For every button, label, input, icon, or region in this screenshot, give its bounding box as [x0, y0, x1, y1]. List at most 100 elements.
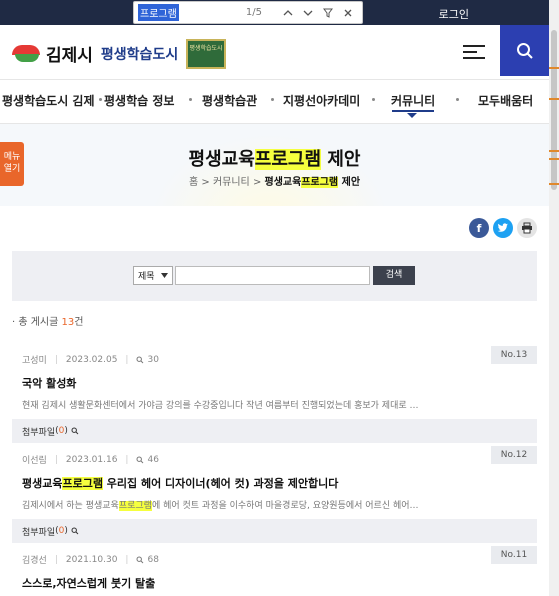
search-field-select[interactable]: 제목	[133, 266, 173, 285]
logo-subtitle: 평생학습도시	[100, 46, 179, 63]
post-title[interactable]: 평생교육프로그램 우리집 헤어 디자이너(헤어 컷) 과정을 제안합니다	[22, 475, 338, 491]
post-number: No.12	[491, 446, 537, 464]
search-keyword-input[interactable]	[175, 266, 370, 285]
nav-divider	[271, 98, 274, 101]
post-views: 30	[147, 354, 159, 365]
post-meta: 김경선 | 2021.10.30 | 68	[22, 554, 159, 567]
post-attachments[interactable]: 첨부파일(0)	[12, 519, 537, 543]
page-banner: 평생교육프로그램 제안 홈 > 커뮤니티 > 평생교육프로그램 제안	[0, 124, 549, 206]
post-views: 46	[147, 454, 159, 465]
side-menu-open-button[interactable]: 메뉴 열기	[0, 142, 24, 186]
site-logo[interactable]: 김제시 평생학습도시	[12, 41, 178, 66]
post-views: 68	[147, 554, 159, 565]
search-button[interactable]: 검색	[373, 266, 415, 285]
nav-item-academy[interactable]: 지평선아카데미	[283, 92, 360, 109]
attach-count: 0	[58, 526, 65, 536]
page-title-highlight: 프로그램	[254, 149, 322, 170]
search-icon	[71, 527, 79, 535]
chevron-up-icon[interactable]	[278, 3, 298, 23]
breadcrumb-current: 평생교육프로그램 제안	[264, 177, 361, 188]
post-number: No.11	[491, 546, 537, 564]
total-count: · 총 게시글 13건	[12, 313, 83, 328]
breadcrumb: 홈 > 커뮤니티 > 평생교육프로그램 제안	[0, 173, 549, 188]
views-icon	[136, 456, 144, 463]
total-suffix: 건	[74, 317, 84, 328]
post-title[interactable]: 스스로,자연스럽게 붓기 탈출	[22, 575, 155, 591]
side-menu-label: 열기	[3, 164, 21, 174]
post-summary[interactable]: 김제시에서 하는 평생교육프로그램에 헤어 컷트 과정을 이수하여 마을경로당,…	[22, 498, 532, 511]
attach-count: 0	[58, 426, 65, 436]
nav-divider	[189, 98, 192, 101]
post-item: 이선림 | 2023.01.16 | 46 No.12 평생교육프로그램 우리집…	[12, 446, 537, 546]
post-meta: 고성미 | 2023.02.05 | 30	[22, 354, 159, 367]
print-icon[interactable]	[517, 218, 537, 238]
find-query: 프로그램	[138, 4, 179, 21]
breadcrumb-home[interactable]: 홈	[189, 177, 198, 188]
post-author: 고성미	[22, 356, 47, 366]
find-bar: 프로그램 1/5	[133, 1, 363, 24]
views-icon	[136, 356, 144, 363]
main-nav: 평생학습도시 김제 평생학습 정보 평생학습관 지평선아카데미 커뮤니티 모두배…	[0, 80, 549, 124]
post-meta: 이선림 | 2023.01.16 | 46	[22, 454, 159, 467]
find-input[interactable]: 프로그램	[138, 4, 246, 21]
post-number: No.13	[491, 346, 537, 364]
nav-item-learning[interactable]: 모두배움터	[478, 92, 533, 109]
total-number: 13	[61, 317, 75, 328]
post-date: 2023.01.16	[65, 454, 118, 465]
twitter-share-icon[interactable]	[493, 218, 513, 238]
board-search-area: 제목 검색	[12, 251, 537, 301]
find-count: 1/5	[245, 7, 262, 18]
post-item: 김경선 | 2021.10.30 | 68 No.11 스스로,자연스럽게 붓기…	[12, 546, 537, 596]
find-match-marker	[549, 158, 559, 160]
find-match-marker	[549, 67, 559, 69]
chevron-down-icon	[161, 273, 168, 278]
search-icon	[516, 42, 533, 59]
find-match-marker	[549, 150, 559, 152]
logo-city: 김제시	[46, 46, 93, 66]
lifelong-city-badge: 평생학습도시	[186, 39, 226, 69]
chevron-down-icon[interactable]	[298, 3, 318, 23]
logo-mark-icon	[12, 44, 42, 63]
attach-label: 첨부파일	[22, 427, 56, 438]
scrollbar-thumb[interactable]	[551, 30, 557, 190]
page-title-part: 제안	[321, 149, 361, 170]
views-icon	[136, 556, 144, 563]
nav-divider	[372, 98, 375, 101]
badge-text: 평생학습도시	[189, 45, 223, 52]
search-icon	[71, 427, 79, 435]
header-search-button[interactable]	[500, 25, 549, 76]
nav-item-gimje[interactable]: 평생학습도시 김제	[2, 92, 95, 109]
post-item: 고성미 | 2023.02.05 | 30 No.13 국악 활성화 현재 김제…	[12, 346, 537, 446]
nav-divider	[99, 98, 102, 101]
nav-item-community[interactable]: 커뮤니티	[391, 92, 435, 109]
search-field-value: 제목	[138, 272, 155, 282]
nav-active-caret-icon	[407, 113, 417, 118]
facebook-share-icon[interactable]: f	[469, 218, 489, 238]
side-menu-label: 메뉴	[3, 152, 21, 162]
post-date: 2021.10.30	[65, 554, 118, 565]
hamburger-icon[interactable]	[463, 39, 485, 65]
nav-item-info[interactable]: 평생학습 정보	[104, 92, 174, 109]
post-date: 2023.02.05	[65, 354, 118, 365]
login-link[interactable]: 로그인	[439, 6, 469, 22]
page-title: 평생교육프로그램 제안	[0, 145, 549, 171]
post-title[interactable]: 국악 활성화	[22, 375, 76, 391]
breadcrumb-sep: >	[201, 177, 210, 188]
find-match-marker	[549, 98, 559, 100]
page-root: 로그인 프로그램 1/5 김제시 평생학습도시 평생학습도시 평생학습도시 김제…	[0, 0, 559, 596]
post-author: 김경선	[22, 556, 47, 566]
total-prefix: · 총 게시글	[12, 317, 62, 328]
nav-item-center[interactable]: 평생학습관	[202, 92, 257, 109]
close-icon[interactable]	[338, 3, 358, 23]
post-author: 이선림	[22, 456, 47, 466]
breadcrumb-community[interactable]: 커뮤니티	[213, 177, 250, 188]
nav-active-indicator	[392, 110, 434, 112]
site-header: 김제시 평생학습도시 평생학습도시	[0, 25, 549, 80]
filter-icon[interactable]	[318, 3, 338, 23]
breadcrumb-sep: >	[252, 177, 262, 188]
post-attachments[interactable]: 첨부파일(0)	[12, 419, 537, 443]
post-summary[interactable]: 현재 김제시 생활문화센터에서 가야금 강의를 수강중입니다 작년 여름부터 진…	[22, 398, 532, 411]
page-title-part: 평생교육	[188, 149, 255, 170]
find-match-marker	[549, 183, 559, 185]
attach-label: 첨부파일	[22, 527, 56, 538]
